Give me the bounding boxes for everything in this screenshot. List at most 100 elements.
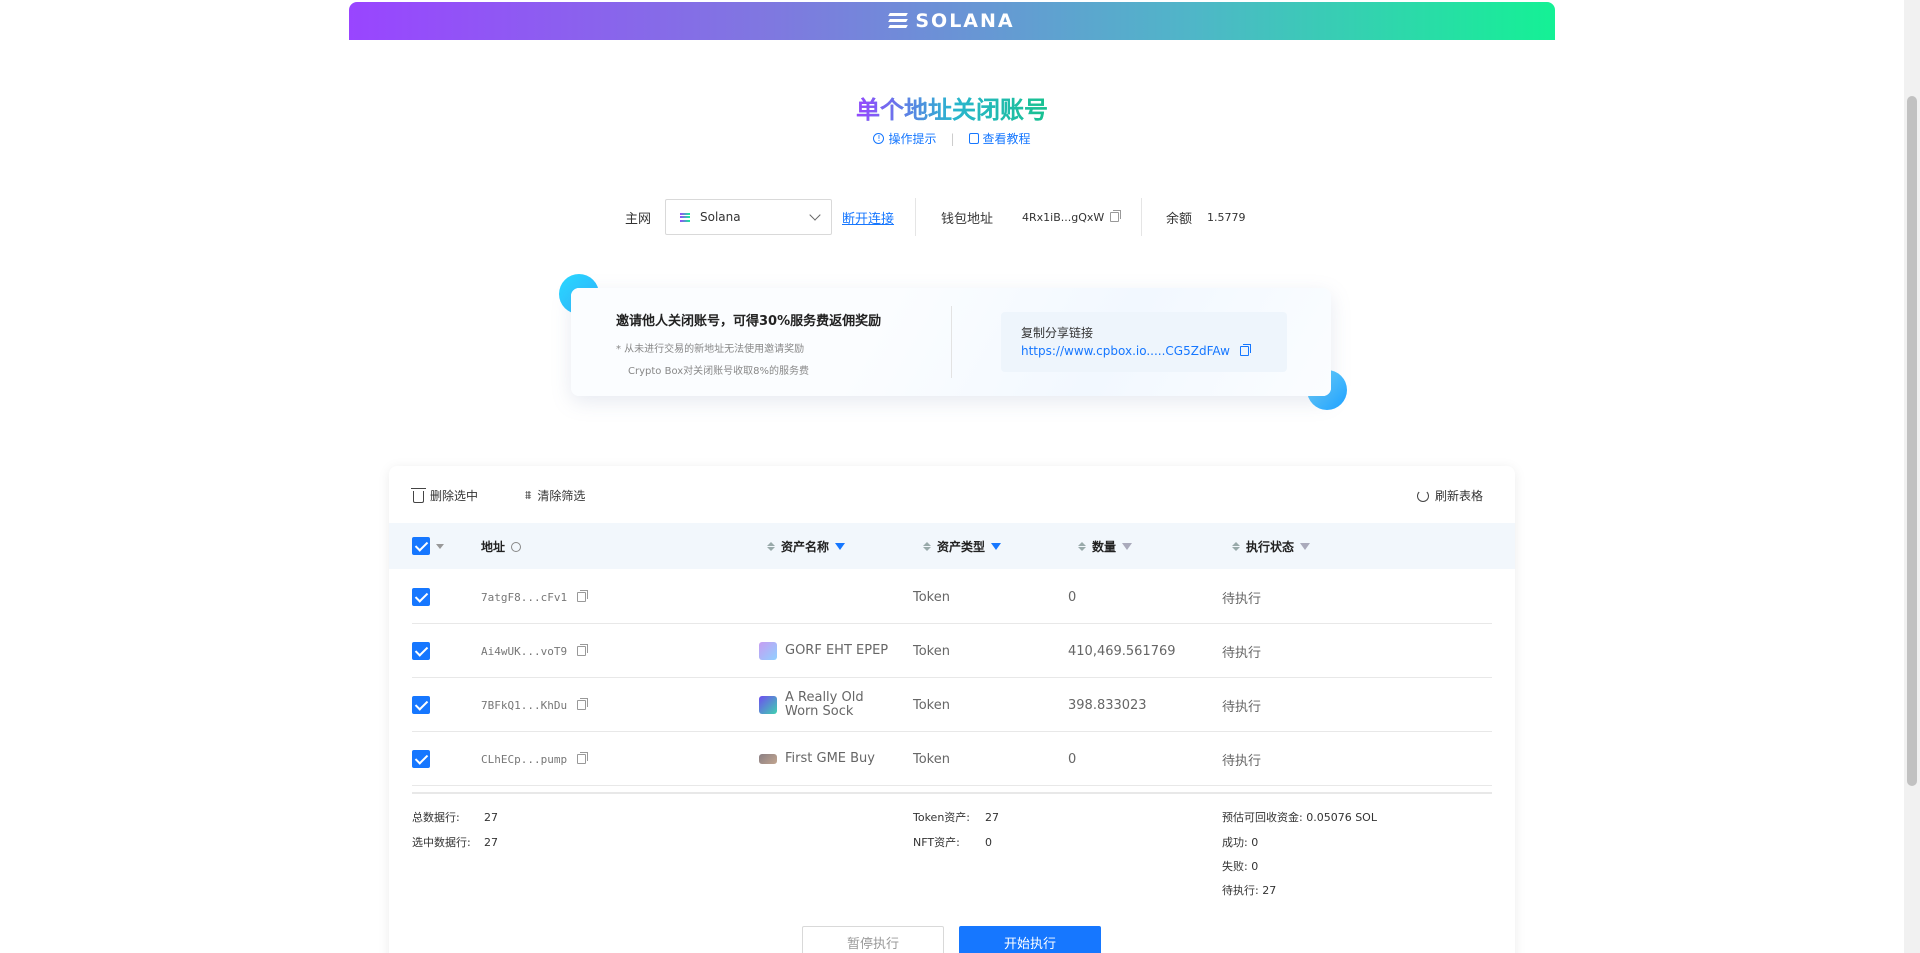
wallet-label: 钱包地址	[941, 211, 994, 227]
tips-link-label: 操作提示	[888, 132, 937, 146]
page-title: 单个地址关闭账号	[349, 90, 1555, 125]
page-container: SOLANA 单个地址关闭账号 ! 操作提示 | 查看教程 主网 Solana …	[349, 0, 1555, 953]
header-amount-label: 数量	[1092, 540, 1117, 554]
row-checkbox[interactable]	[412, 588, 430, 606]
start-button[interactable]: 开始执行	[959, 926, 1101, 953]
share-label: 复制分享链接	[1021, 326, 1094, 340]
stat-total-rows: 总数据行: 27	[412, 809, 498, 825]
copy-icon[interactable]	[577, 752, 589, 764]
disconnect-link[interactable]: 断开连接	[842, 208, 894, 227]
row-select	[412, 624, 430, 678]
tutorial-link-label: 查看教程	[982, 132, 1031, 146]
stat-label: 总数据行:	[412, 811, 460, 824]
header-asset-type[interactable]: 资产类型	[923, 538, 1002, 555]
status-cell: 待执行	[1222, 699, 1262, 715]
row-select	[412, 732, 430, 786]
stat-pending: 待执行: 27	[1222, 882, 1276, 898]
table-toolbar: 删除选中 ⩩ 清除筛选 刷新表格	[389, 466, 1515, 522]
filter-icon[interactable]	[1300, 543, 1311, 550]
stat-value: 27	[1262, 884, 1277, 897]
row-checkbox[interactable]	[412, 696, 430, 714]
refresh-icon	[1417, 489, 1429, 502]
clear-filter-icon: ⩩	[525, 488, 532, 502]
address-value: CLhECp...pump	[481, 752, 568, 766]
asset-name-value: GORF EHT EPEP	[785, 642, 889, 658]
filter-icon[interactable]	[991, 543, 1002, 550]
header-asset-name[interactable]: 资产名称	[767, 538, 846, 555]
filter-icon[interactable]	[1122, 543, 1133, 550]
stat-label: 失败:	[1222, 860, 1248, 873]
copy-icon[interactable]	[577, 698, 589, 710]
status-cell: 待执行	[1222, 753, 1262, 769]
pause-button[interactable]: 暂停执行	[802, 926, 944, 953]
asset-type-cell: Token	[913, 697, 950, 713]
stat-value: 0	[1251, 836, 1259, 849]
sort-icon[interactable]	[923, 542, 931, 551]
tutorial-link[interactable]: 查看教程	[968, 130, 1031, 147]
row-checkbox[interactable]	[412, 750, 430, 768]
stat-value: 0.05076 SOL	[1306, 811, 1377, 824]
clear-filter-label: 清除筛选	[537, 489, 586, 503]
row-checkbox[interactable]	[412, 642, 430, 660]
table-row: Ai4wUK...voT9 GORF EHT EPEP Token 410,46…	[412, 624, 1492, 678]
tips-link[interactable]: ! 操作提示	[873, 130, 936, 147]
document-icon	[968, 133, 979, 144]
share-link-text: https://www.cpbox.io.....CG5ZdFAw	[1021, 344, 1230, 358]
table-panel: 删除选中 ⩩ 清除筛选 刷新表格 地址 资产名称 资产类型 数量 执行状态 7a…	[389, 466, 1515, 953]
invite-note: * 从未进行交易的新地址无法使用邀请奖励	[616, 344, 805, 355]
stat-success: 成功: 0	[1222, 834, 1258, 850]
divider	[951, 306, 952, 378]
copy-icon[interactable]	[577, 644, 589, 656]
copy-icon[interactable]	[577, 590, 589, 602]
stat-selected-rows: 选中数据行: 27	[412, 834, 498, 850]
trash-icon	[411, 487, 426, 503]
refresh-button[interactable]: 刷新表格	[1417, 487, 1483, 504]
stat-label: 成功:	[1222, 836, 1248, 849]
stat-label: 预估可回收资金:	[1222, 811, 1303, 824]
select-dropdown-icon[interactable]	[436, 543, 444, 549]
stat-failed: 失败: 0	[1222, 858, 1258, 874]
header-address-label: 地址	[481, 540, 506, 554]
copy-icon[interactable]	[1239, 344, 1251, 356]
solana-banner: SOLANA	[349, 2, 1555, 40]
header-status-label: 执行状态	[1246, 540, 1295, 554]
scrollbar-thumb[interactable]	[1907, 96, 1917, 786]
amount-cell: 0	[1068, 751, 1077, 767]
header-asset-type-label: 资产类型	[937, 540, 986, 554]
token-avatar	[759, 754, 777, 764]
divider	[1141, 198, 1142, 236]
clear-filter-button[interactable]: ⩩ 清除筛选	[525, 487, 585, 504]
share-link[interactable]: https://www.cpbox.io.....CG5ZdFAw	[1021, 344, 1251, 358]
delete-selected-button[interactable]: 删除选中	[411, 487, 479, 504]
filter-icon[interactable]	[835, 543, 846, 550]
delete-selected-label: 删除选中	[430, 489, 479, 503]
row-select	[412, 678, 430, 732]
stat-value: 0	[1251, 860, 1259, 873]
stat-label: NFT资产:	[913, 836, 960, 849]
stat-label: 选中数据行:	[412, 836, 471, 849]
address-value: 7atgF8...cFv1	[481, 590, 568, 604]
select-all-checkbox[interactable]	[412, 537, 430, 555]
invite-title: 邀请他人关闭账号，可得30%服务费返佣奖励	[616, 314, 882, 329]
status-cell: 待执行	[1222, 645, 1262, 661]
scrollbar[interactable]	[1904, 0, 1920, 953]
token-avatar	[759, 642, 777, 660]
sort-icon[interactable]	[1232, 542, 1240, 551]
copy-icon[interactable]	[1110, 210, 1122, 222]
table-row: 7atgF8...cFv1 Token 0 待执行	[412, 570, 1492, 624]
asset-type-cell: Token	[913, 643, 950, 659]
stat-value: 27	[484, 836, 498, 849]
address-cell: Ai4wUK...voT9	[481, 624, 589, 678]
header-address: 地址	[481, 538, 522, 555]
table-bottom-border	[412, 792, 1492, 794]
stat-token-assets: Token资产: 27	[913, 809, 999, 825]
header-amount[interactable]: 数量	[1078, 538, 1133, 555]
balance-label: 余额	[1166, 211, 1193, 227]
sort-icon[interactable]	[767, 542, 775, 551]
network-select[interactable]: Solana	[665, 199, 832, 235]
asset-type-cell: Token	[913, 751, 950, 767]
header-status[interactable]: 执行状态	[1232, 538, 1311, 555]
sort-icon[interactable]	[1078, 542, 1086, 551]
stat-label: 待执行:	[1222, 884, 1259, 897]
search-icon[interactable]	[511, 541, 522, 552]
